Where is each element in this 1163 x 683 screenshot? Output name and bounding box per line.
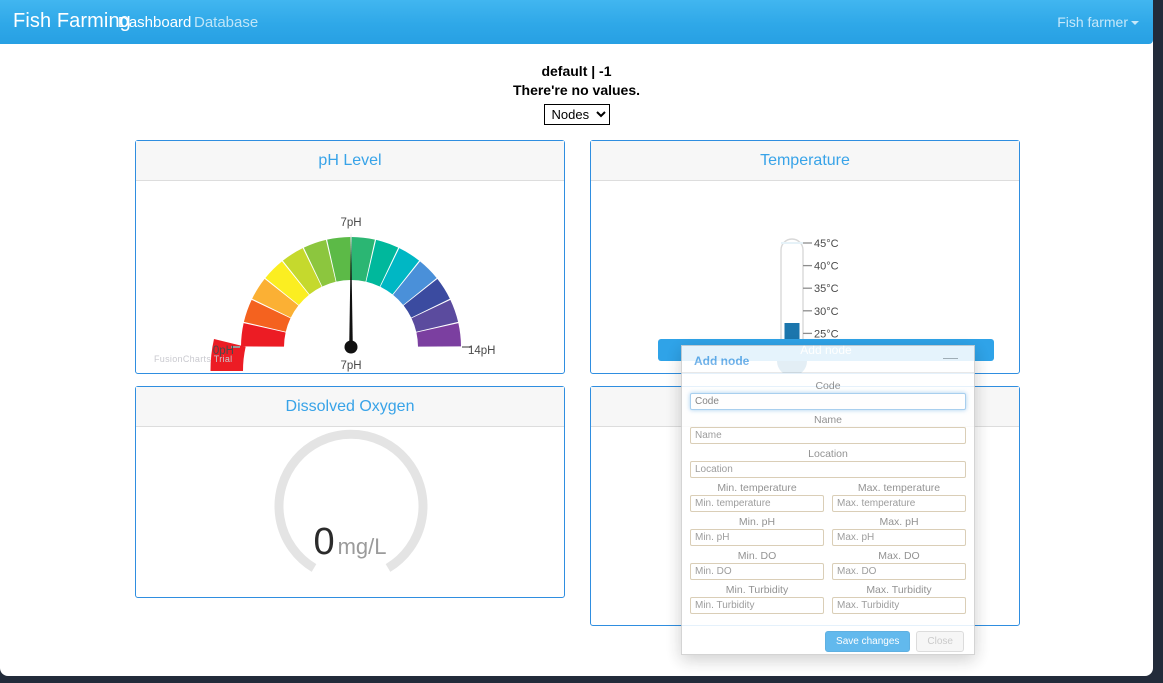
thermometer-tick-label: 30°C [814, 306, 839, 318]
modal-title: Add node [694, 354, 750, 368]
panel-ph-level: pH Level 7pH 7pH 0pH 14pH FusionCharts T… [135, 140, 565, 374]
input-min-turbidity[interactable] [690, 597, 824, 614]
field-group-min-turbidity: Min. Turbidity [690, 583, 824, 614]
save-changes-button[interactable]: Save changes [825, 631, 911, 652]
window-frame: Fish Farming Dashboard Database Fish far… [0, 0, 1163, 683]
ph-gauge-top-label: 7pH [340, 217, 361, 229]
field-group-min-ph: Min. pH [690, 515, 824, 546]
field-group-location: Location [690, 447, 966, 478]
status-title: default | -1 [541, 63, 612, 79]
close-button[interactable]: Close [916, 631, 964, 652]
thermometer-tick-label: 45°C [814, 238, 839, 250]
field-group-min-do: Min. DO [690, 549, 824, 580]
panel-dissolved-oxygen-header: Dissolved Oxygen [136, 387, 564, 427]
field-row-temperature: Min. temperature Max. temperature [690, 481, 966, 515]
label-max-do: Max. DO [878, 550, 920, 562]
field-group-max-do: Max. DO [832, 549, 966, 580]
panel-dissolved-oxygen-body: 0 mg/L [136, 427, 564, 597]
do-gauge-chart [274, 429, 428, 572]
panel-dissolved-oxygen-title: Dissolved Oxygen [285, 397, 415, 415]
field-group-max-temperature: Max. temperature [832, 481, 966, 512]
input-max-do[interactable] [832, 563, 966, 580]
brand-logo[interactable]: Fish Farming [13, 10, 131, 33]
ph-gauge-chart: 7pH 7pH 0pH 14pH [210, 217, 496, 372]
add-node-modal: Add node — Code Name Location [681, 345, 975, 655]
user-menu[interactable]: Fish farmer [1057, 14, 1139, 30]
modal-header: Add node — [682, 346, 974, 373]
do-gauge-unit: mg/L [337, 534, 387, 559]
navbar: Fish Farming Dashboard Database Fish far… [0, 0, 1153, 44]
label-min-turbidity: Min. Turbidity [725, 584, 789, 596]
status-block: default | -1 There're no values. Nodes [0, 62, 1153, 125]
field-group-min-temperature: Min. temperature [690, 481, 824, 512]
input-min-do[interactable] [690, 563, 824, 580]
ph-chart-watermark: FusionCharts Trial [154, 354, 233, 364]
panel-ph-body: 7pH 7pH 0pH 14pH FusionCharts Trial [136, 181, 564, 373]
label-min-ph: Min. pH [738, 516, 776, 528]
chevron-down-icon [1131, 21, 1139, 25]
field-group-code: Code [690, 379, 966, 410]
field-row-do: Min. DO Max. DO [690, 549, 966, 583]
do-gauge-number: 0 [313, 521, 335, 563]
label-name: Name [813, 414, 842, 426]
input-min-ph[interactable] [690, 529, 824, 546]
app-page: Fish Farming Dashboard Database Fish far… [0, 0, 1153, 676]
label-location: Location [808, 448, 848, 460]
label-max-temperature: Max. temperature [857, 482, 941, 494]
user-menu-label: Fish farmer [1057, 14, 1128, 30]
nav-link-database[interactable]: Database [194, 14, 258, 31]
field-row-turbidity: Min. Turbidity Max. Turbidity [690, 583, 966, 617]
nav-link-dashboard[interactable]: Dashboard [118, 14, 191, 31]
panel-ph-title: pH Level [318, 151, 382, 169]
input-code[interactable] [690, 393, 966, 410]
modal-close-icon[interactable]: — [937, 355, 964, 361]
modal-footer: Save changes Close [682, 621, 974, 662]
label-max-turbidity: Max. Turbidity [866, 584, 932, 596]
panel-dissolved-oxygen: Dissolved Oxygen 0 mg/L [135, 386, 565, 598]
field-group-max-ph: Max. pH [832, 515, 966, 546]
panel-ph-header: pH Level [136, 141, 564, 181]
ph-gauge-max-label: 14pH [468, 345, 496, 357]
field-group-max-turbidity: Max. Turbidity [832, 583, 966, 614]
field-row-ph: Min. pH Max. pH [690, 515, 966, 549]
panel-temperature-header: Temperature [591, 141, 1019, 181]
input-max-ph[interactable] [832, 529, 966, 546]
label-min-temperature: Min. temperature [717, 482, 797, 494]
label-max-ph: Max. pH [879, 516, 919, 528]
panel-temperature-title: Temperature [760, 151, 850, 169]
node-select[interactable]: Nodes [543, 104, 610, 125]
do-gauge-value: 0 mg/L [136, 523, 564, 561]
thermometer-tick-label: 35°C [814, 283, 839, 295]
label-code: Code [815, 380, 841, 392]
ph-gauge-value-label: 7pH [340, 360, 361, 372]
modal-body: Code Name Location Min. temperature [682, 373, 974, 621]
status-subtitle: There're no values. [512, 82, 641, 98]
label-min-do: Min. DO [737, 550, 777, 562]
thermometer-tick-label: 40°C [814, 261, 839, 273]
input-min-temperature[interactable] [690, 495, 824, 512]
input-max-turbidity[interactable] [832, 597, 966, 614]
input-max-temperature[interactable] [832, 495, 966, 512]
input-name[interactable] [690, 427, 966, 444]
input-location[interactable] [690, 461, 966, 478]
field-group-name: Name [690, 413, 966, 444]
